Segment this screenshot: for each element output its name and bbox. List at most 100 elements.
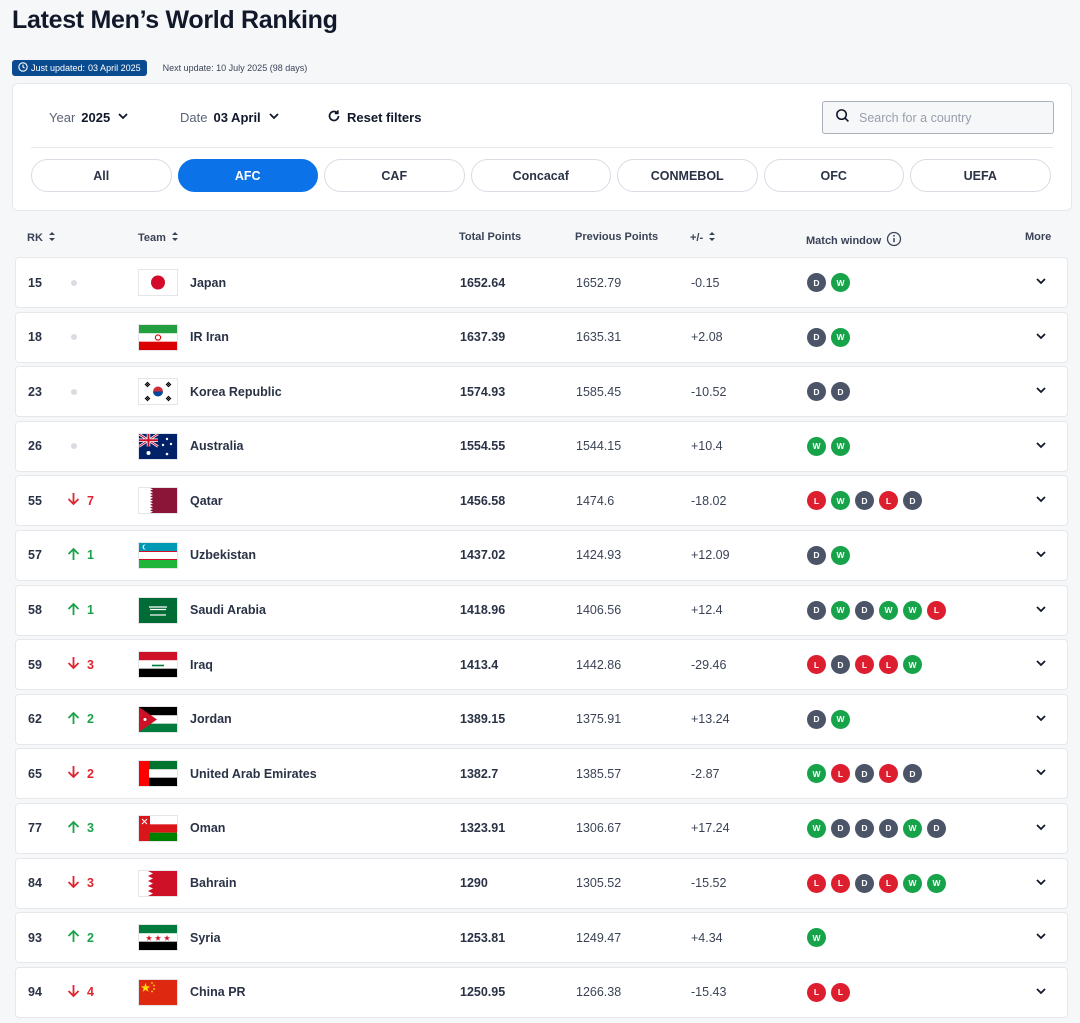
team-name[interactable]: United Arab Emirates	[190, 749, 317, 798]
team-name[interactable]: Iraq	[190, 640, 213, 689]
tab-caf[interactable]: CAF	[324, 159, 465, 192]
no-change-dot	[71, 388, 77, 395]
table-row[interactable]: 58 1 Saudi Arabia 1418.96 1406.56 +12.4 D W D W W L	[15, 584, 1068, 636]
search-input[interactable]	[859, 110, 1039, 125]
team-name[interactable]: Saudi Arabia	[190, 586, 266, 635]
expand-row-button[interactable]	[1034, 586, 1048, 635]
total-header-label: Total Points	[459, 231, 522, 243]
rank: 15	[28, 275, 42, 290]
team-name[interactable]: Jordan	[190, 695, 232, 744]
table-row[interactable]: 55 7 Qatar 1456.58 1474.6 -18.02 L W D L D	[15, 475, 1068, 527]
table-header: RK Team Total Points Previous Points +/-…	[0, 226, 1080, 250]
diff-column-header[interactable]: +/-	[690, 231, 716, 245]
match-result-d: D	[879, 818, 898, 838]
filter-row: Year 2025 Date 03 April Reset filters	[13, 84, 1071, 148]
tab-uefa[interactable]: UEFA	[910, 159, 1051, 192]
table-row[interactable]: 57 1 Uzbekistan 1437.02 1424.93 +12.09 D W	[15, 529, 1068, 581]
match-result-w: W	[831, 273, 850, 292]
expand-row-button[interactable]	[1034, 695, 1048, 744]
date-dropdown[interactable]: Date 03 April	[180, 109, 281, 126]
arrow-down-icon	[67, 765, 80, 782]
table-row[interactable]: 62 2 Jordan 1389.15 1375.91 +13.24 D W	[15, 693, 1068, 745]
chevron-down-icon	[267, 109, 281, 126]
expand-row-button[interactable]	[1034, 531, 1048, 580]
rank-column-header[interactable]: RK	[27, 231, 56, 245]
expand-row-button[interactable]	[1034, 422, 1048, 471]
match-result-d: D	[903, 491, 922, 511]
year-dropdown[interactable]: Year 2025	[49, 109, 130, 126]
team-column-header[interactable]: Team	[138, 231, 179, 245]
points-diff: +17.24	[691, 821, 730, 836]
tab-ofc[interactable]: OFC	[763, 159, 904, 192]
team-name[interactable]: Bahrain	[190, 859, 237, 908]
next-update-date: 10 July 2025 (98 days)	[216, 63, 308, 73]
team-name[interactable]: Korea Republic	[190, 367, 282, 416]
table-row[interactable]: 93 2 Syria 1253.81 1249.47 +4.34 W	[15, 912, 1068, 964]
arrow-down-icon	[67, 492, 80, 509]
reset-filters-button[interactable]: Reset filters	[327, 109, 421, 126]
previous-points: 1406.56	[576, 603, 622, 618]
expand-row-button[interactable]	[1034, 313, 1048, 362]
previous-points: 1375.91	[576, 712, 622, 727]
chevron-down-icon	[1034, 711, 1048, 728]
chevron-down-icon	[1034, 984, 1048, 1001]
expand-row-button[interactable]	[1034, 476, 1048, 525]
tab-afc[interactable]: AFC	[177, 159, 318, 192]
team-name[interactable]: Qatar	[190, 476, 223, 525]
page-title: Latest Men’s World Ranking	[12, 6, 338, 34]
flag-iraq-icon	[139, 640, 177, 689]
rank: 93	[28, 930, 42, 945]
tab-all[interactable]: All	[31, 159, 172, 192]
match-result-l: L	[831, 982, 850, 1002]
expand-row-button[interactable]	[1034, 804, 1048, 853]
next-update-label: Next update:	[162, 63, 214, 73]
next-update: Next update: 10 July 2025 (98 days)	[163, 63, 308, 73]
team-name[interactable]: Australia	[190, 422, 244, 471]
previous-points: 1635.31	[576, 330, 622, 345]
team-name[interactable]: Uzbekistan	[190, 531, 256, 580]
expand-row-button[interactable]	[1034, 749, 1048, 798]
team-name[interactable]: Japan	[190, 258, 226, 307]
chevron-down-icon	[1034, 656, 1048, 673]
match-result-d: D	[855, 873, 874, 893]
table-row[interactable]: 15 Japan 1652.64 1652.79 -0.15 D W	[15, 257, 1068, 308]
team-name[interactable]: Syria	[190, 913, 221, 962]
expand-row-button[interactable]	[1034, 258, 1048, 307]
total-points: 1554.55	[460, 439, 506, 454]
table-row[interactable]: 84 3 Bahrain 1290 1305.52 -15.52 L L D L W W	[15, 857, 1068, 909]
date-value: 03 April	[213, 110, 261, 125]
team-name[interactable]: Oman	[190, 804, 225, 853]
table-row[interactable]: 65 2 United Arab Emirates 1382.7 1385.57 -2.8…	[15, 748, 1068, 800]
total-points: 1437.02	[460, 548, 506, 563]
previous-header-label: Previous Points	[575, 231, 659, 243]
expand-row-button[interactable]	[1034, 913, 1048, 962]
flag-syria-icon	[139, 913, 177, 962]
table-row[interactable]: 77 3 Oman 1323.91 1306.67 +17.24 W D D D W D	[15, 802, 1068, 854]
match-result-d: D	[903, 764, 922, 784]
date-label: Date	[180, 110, 208, 125]
expand-row-button[interactable]	[1034, 367, 1048, 416]
flag-china-icon	[139, 968, 177, 1017]
tab-concacaf[interactable]: Concacaf	[470, 159, 611, 192]
table-row[interactable]: 59 3 Iraq 1413.4 1442.86 -29.46 L D L L W	[15, 639, 1068, 691]
team-name[interactable]: China PR	[190, 968, 246, 1017]
expand-row-button[interactable]	[1034, 640, 1048, 689]
table-row[interactable]: 26 Australia 1554.55 1544.15 +10.4 W W	[15, 420, 1068, 472]
table-row[interactable]: 94 4 China PR 1250.95 1266.38 -15.43 L L	[15, 966, 1068, 1018]
tab-conmebol[interactable]: CONMEBOL	[617, 159, 758, 192]
info-icon[interactable]	[886, 231, 902, 250]
flag-jordan-icon	[139, 695, 177, 744]
expand-row-button[interactable]	[1034, 859, 1048, 908]
expand-row-button[interactable]	[1034, 968, 1048, 1017]
rank-change: 1	[87, 603, 94, 618]
match-result-l: L	[879, 873, 898, 893]
table-row[interactable]: 18 IR Iran 1637.39 1635.31 +2.08 D W	[15, 311, 1068, 363]
team-name[interactable]: IR Iran	[190, 313, 229, 362]
total-points: 1382.7	[460, 766, 499, 781]
match-result-d: D	[807, 600, 826, 620]
match-result-d: D	[807, 382, 826, 402]
points-diff: +10.4	[691, 439, 723, 454]
rank-movement: 1	[67, 531, 94, 580]
rank-movement: 3	[67, 804, 94, 853]
table-row[interactable]: 23 Korea Republic 1574.93 1585.45 -10.52 D D	[15, 366, 1068, 418]
